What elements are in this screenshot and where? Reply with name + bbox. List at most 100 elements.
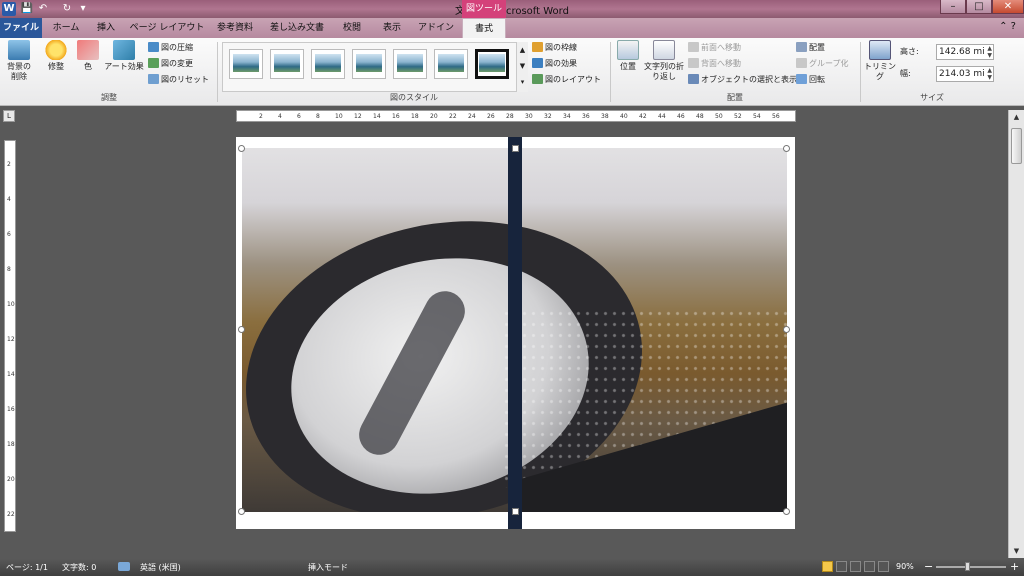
picture-styles-gallery[interactable] <box>222 42 528 92</box>
ruler-tick-label: 42 <box>639 113 647 120</box>
ruler-tick-label: 32 <box>544 113 552 120</box>
ribbon-tabs: ファイル ホーム 挿入 ページ レイアウト 参考資料 差し込み文書 校閲 表示 … <box>0 18 1024 38</box>
picture-style-thumb[interactable] <box>270 49 304 79</box>
tab-view[interactable]: 表示 <box>374 18 410 38</box>
height-field[interactable]: 142.68 mi ▲ ▼ <box>936 44 994 60</box>
ruler-tick-label: 22 <box>449 113 457 120</box>
picture-layout-button[interactable]: 図のレイアウト <box>532 74 601 86</box>
ruler-tick-label: 10 <box>335 113 343 120</box>
scroll-down-icon[interactable]: ▼ <box>1009 544 1024 558</box>
web-layout-icon[interactable] <box>850 561 861 572</box>
zoom-level[interactable]: 90% <box>896 562 914 571</box>
ruler-tick-label: 12 <box>354 113 362 120</box>
outline-view-icon[interactable] <box>864 561 875 572</box>
ruler-tick-label: 56 <box>772 113 780 120</box>
tab-addins[interactable]: アドイン <box>414 18 458 38</box>
zoom-out-icon[interactable]: − <box>924 560 933 573</box>
ruler-tick-label: 54 <box>753 113 761 120</box>
tab-selector[interactable]: L <box>3 110 15 122</box>
tab-mailings[interactable]: 差し込み文書 <box>264 18 330 38</box>
horizontal-ruler[interactable]: 2 4 6 8 10 12 14 16 18 20 22 24 26 28 30 32 34 36 38 40 42 44… <box>236 110 796 122</box>
page-count[interactable]: ページ: 1/1 <box>6 562 48 573</box>
resize-handle[interactable] <box>238 145 245 152</box>
word-count[interactable]: 文字数: 0 <box>62 562 96 573</box>
width-field[interactable]: 214.03 mi ▲ ▼ <box>936 66 994 82</box>
remove-background-button[interactable]: 背景の削除 <box>4 40 34 82</box>
resize-handle[interactable] <box>783 326 790 333</box>
ruler-tick-label: 2 <box>259 113 263 120</box>
print-layout-view-icon[interactable] <box>822 561 833 572</box>
resize-handle[interactable] <box>783 508 790 515</box>
group-divider <box>217 42 218 102</box>
spinner-arrows-icon[interactable]: ▲ ▼ <box>987 45 992 59</box>
picture-border-button[interactable]: 図の枠線 <box>532 42 577 54</box>
tab-review[interactable]: 校閲 <box>334 18 370 38</box>
ruler-tick-label: 4 <box>7 196 11 203</box>
compress-pictures-button[interactable]: 図の圧縮 <box>148 42 193 54</box>
picture-style-thumb-selected[interactable] <box>475 49 509 79</box>
picture-style-thumb[interactable] <box>434 49 468 79</box>
zoom-slider-knob[interactable] <box>965 562 970 571</box>
draft-view-icon[interactable] <box>878 561 889 572</box>
full-screen-reading-icon[interactable] <box>836 561 847 572</box>
ruler-tick-label: 44 <box>658 113 666 120</box>
scroll-up-icon[interactable]: ▲ <box>1009 110 1024 124</box>
tab-insert[interactable]: 挿入 <box>88 18 124 38</box>
ruler-tick-label: 46 <box>677 113 685 120</box>
tab-home[interactable]: ホーム <box>46 18 86 38</box>
picture-style-thumb[interactable] <box>352 49 386 79</box>
color-icon <box>77 40 99 60</box>
maximize-button[interactable]: □ <box>966 0 992 14</box>
selection-pane-button[interactable]: オブジェクトの選択と表示 <box>688 74 797 86</box>
zoom-slider[interactable] <box>936 566 1006 568</box>
language-indicator[interactable]: 英語 (米国) <box>140 562 181 573</box>
proofing-icon[interactable] <box>118 562 130 571</box>
crop-button[interactable]: トリミング <box>864 40 896 82</box>
spinner-arrows-icon[interactable]: ▲ ▼ <box>987 67 992 81</box>
ruler-tick-label: 38 <box>601 113 609 120</box>
tab-file[interactable]: ファイル <box>0 18 42 38</box>
vertical-scrollbar[interactable]: ▲ ▼ <box>1008 110 1024 558</box>
ruler-tick-label: 20 <box>430 113 438 120</box>
zoom-in-icon[interactable]: + <box>1010 560 1019 573</box>
picture-divider-bar[interactable] <box>508 137 522 529</box>
picture-style-thumb[interactable] <box>229 49 263 79</box>
help-icon[interactable]: ⌃ ? <box>999 21 1016 32</box>
vertical-ruler[interactable]: 2 4 6 8 10 12 14 16 18 20 22 <box>4 140 16 532</box>
layout-icon <box>532 74 543 84</box>
resize-handle[interactable] <box>238 508 245 515</box>
picture-style-thumb[interactable] <box>393 49 427 79</box>
tab-page-layout[interactable]: ページ レイアウト <box>128 18 206 38</box>
resize-handle[interactable] <box>238 326 245 333</box>
resize-handle[interactable] <box>512 508 519 515</box>
ruler-tick-label: 12 <box>7 336 15 343</box>
crop-icon <box>869 40 891 60</box>
artistic-effects-button[interactable]: アート効果 <box>104 40 144 72</box>
corrections-button[interactable]: 修整 <box>42 40 70 72</box>
picture-style-thumb[interactable] <box>311 49 345 79</box>
wrap-text-button[interactable]: 文字列の折り返し <box>644 40 684 82</box>
resize-handle[interactable] <box>512 145 519 152</box>
close-button[interactable]: ✕ <box>992 0 1024 14</box>
tab-format[interactable]: 書式 <box>462 18 506 38</box>
reset-picture-button[interactable]: 図のリセット <box>148 74 209 86</box>
tab-references[interactable]: 参考資料 <box>210 18 260 38</box>
ruler-tick-label: 34 <box>563 113 571 120</box>
effects-icon <box>532 58 543 68</box>
group-button[interactable]: グループ化 <box>796 58 849 70</box>
rotate-button[interactable]: 回転 <box>796 74 825 86</box>
picture-effects-button[interactable]: 図の効果 <box>532 58 577 70</box>
align-button[interactable]: 配置 <box>796 42 825 54</box>
bring-forward-button[interactable]: 前面へ移動 <box>688 42 741 54</box>
scroll-thumb[interactable] <box>1011 128 1022 164</box>
gallery-scroll-arrows[interactable]: ▲ ▼ ▾ <box>516 42 528 92</box>
ruler-tick-label: 2 <box>7 161 11 168</box>
minimize-button[interactable]: – <box>940 0 966 14</box>
insert-mode-indicator[interactable]: 挿入モード <box>308 562 348 573</box>
resize-handle[interactable] <box>783 145 790 152</box>
color-button[interactable]: 色 <box>76 40 100 72</box>
change-picture-button[interactable]: 図の変更 <box>148 58 193 70</box>
send-backward-button[interactable]: 背面へ移動 <box>688 58 741 70</box>
ruler-tick-label: 20 <box>7 476 15 483</box>
position-button[interactable]: 位置 <box>614 40 642 72</box>
